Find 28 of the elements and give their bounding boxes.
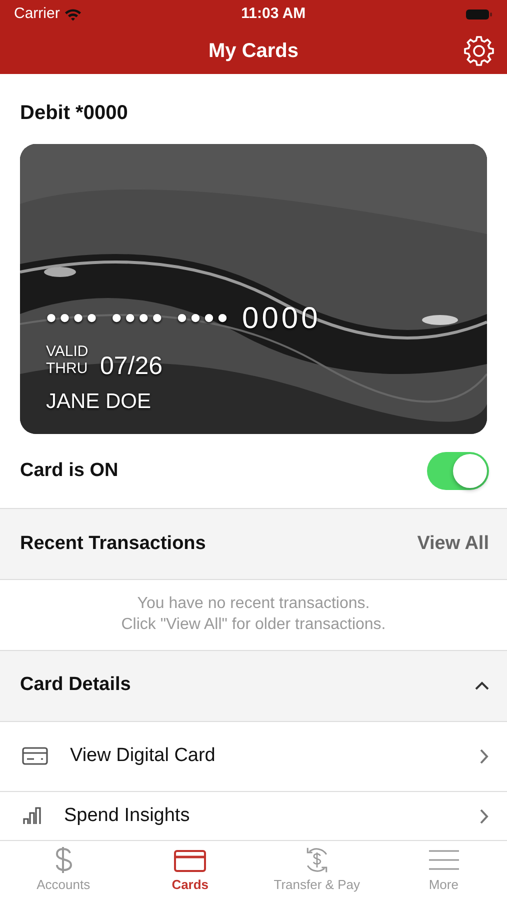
wifi-icon	[64, 8, 82, 20]
card-icon	[22, 747, 48, 766]
tab-item[interactable]: Cards	[126, 841, 254, 900]
tab-item[interactable]: Transfer & Pay	[254, 841, 380, 900]
list-item[interactable]: View Digital Card	[0, 722, 507, 792]
bar-chart-icon	[22, 807, 42, 826]
chevron-right-icon	[480, 748, 489, 764]
card-number: •••• •••• •••• 0000	[46, 301, 321, 337]
valid-thru-label: VALID THRU	[46, 344, 90, 377]
card-title: Debit *0000	[19, 101, 129, 126]
expiry-date: 07/26	[100, 351, 163, 382]
carrier-label: Carrier	[14, 4, 60, 24]
section-title: Recent Transactions	[20, 532, 206, 556]
tab-item[interactable]: Accounts	[0, 841, 127, 900]
view-all-link[interactable]: View All	[417, 530, 489, 558]
section-title: Card Details	[20, 673, 131, 698]
cardholder-name: JANE DOE	[46, 389, 152, 415]
battery-icon	[464, 8, 493, 20]
chevron-right-icon	[480, 808, 489, 824]
collapse-icon[interactable]	[475, 681, 489, 690]
toggle-label: Card is ON	[20, 458, 118, 483]
screen-title: My Cards	[208, 39, 299, 64]
empty-message: Click "View All" for older transactions.	[120, 614, 387, 635]
status-time: 11:03 AM	[241, 4, 306, 24]
empty-message: You have no recent transactions.	[136, 594, 371, 614]
tab-item[interactable]: More	[380, 841, 507, 900]
settings-icon[interactable]	[463, 35, 495, 67]
card-toggle[interactable]	[427, 452, 489, 490]
